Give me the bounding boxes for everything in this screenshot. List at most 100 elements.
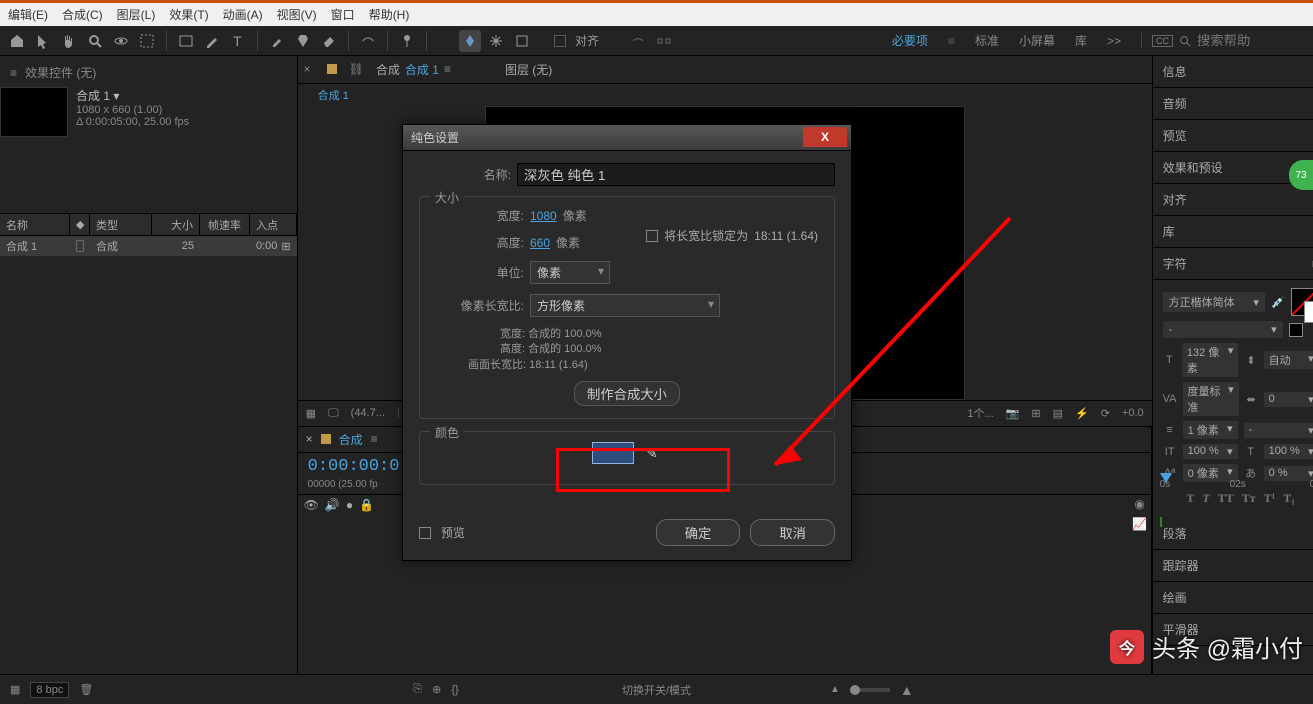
panel-align[interactable]: 对齐: [1153, 184, 1313, 216]
region-tool-icon[interactable]: [136, 30, 158, 52]
snap-opt1-icon[interactable]: [627, 30, 649, 52]
tl-marker-tool-icon[interactable]: ◉: [1130, 497, 1150, 517]
search-input[interactable]: [1197, 33, 1297, 48]
panel-preview[interactable]: 预览: [1153, 120, 1313, 152]
eyedropper-button[interactable]: ✎: [646, 445, 658, 462]
menu-edit[interactable]: 编辑(E): [8, 6, 48, 23]
stroke-opt-field[interactable]: -▾: [1244, 423, 1313, 438]
roto-tool-icon[interactable]: [357, 30, 379, 52]
hand-tool-icon[interactable]: [58, 30, 80, 52]
font-size-field[interactable]: 132 像素▾: [1182, 343, 1238, 377]
panel-paint[interactable]: 绘画: [1153, 582, 1313, 614]
menu-effect[interactable]: 效果(T): [169, 6, 208, 23]
eraser-tool-icon[interactable]: [318, 30, 340, 52]
viewer-display-icon[interactable]: 🖵: [328, 407, 339, 420]
italic-button[interactable]: T: [1202, 491, 1209, 506]
snap-opt2-icon[interactable]: [653, 30, 675, 52]
viewer-grid-icon[interactable]: ▦: [306, 407, 316, 420]
rect-tool-icon[interactable]: [175, 30, 197, 52]
leading-field[interactable]: 自动▾: [1264, 351, 1313, 369]
tl-btn1-icon[interactable]: ⎘: [413, 683, 422, 696]
allcaps-button[interactable]: TT: [1218, 491, 1234, 506]
switch-mode-button[interactable]: 切换开关/模式: [622, 682, 691, 698]
speaker-icon[interactable]: 🔊: [325, 498, 340, 512]
make-comp-size-button[interactable]: 制作合成大小: [574, 381, 680, 406]
unit-dropdown[interactable]: 像素: [530, 261, 610, 284]
menu-help[interactable]: 帮助(H): [369, 6, 410, 23]
puppet-mesh-icon[interactable]: [459, 30, 481, 52]
workspace-essential[interactable]: 必要项: [892, 32, 928, 49]
link-icon[interactable]: ⛓: [349, 62, 364, 76]
snap-checkbox[interactable]: [549, 30, 571, 52]
pen-tool-icon[interactable]: [201, 30, 223, 52]
tracking-field[interactable]: 0▾: [1264, 392, 1313, 407]
col-type[interactable]: 类型: [90, 214, 152, 235]
col-size[interactable]: 大小: [152, 214, 200, 235]
bold-button[interactable]: T: [1186, 491, 1194, 506]
superscript-button[interactable]: T¹: [1264, 491, 1276, 506]
tab-close-icon[interactable]: ×: [304, 62, 311, 76]
puppet-starch-icon[interactable]: [485, 30, 507, 52]
kerning-field[interactable]: 度量标准▾: [1183, 382, 1239, 416]
home-icon[interactable]: [6, 30, 28, 52]
height-input[interactable]: 660: [530, 236, 550, 250]
eye-icon[interactable]: 👁: [304, 498, 319, 512]
selection-tool-icon[interactable]: [32, 30, 54, 52]
flowchart-icon[interactable]: ⊞: [281, 240, 290, 253]
puppet-overlap-icon[interactable]: [511, 30, 533, 52]
viewer-zoom[interactable]: (44.7...: [351, 407, 385, 419]
tl-graph-tool-icon[interactable]: 📈: [1130, 517, 1150, 537]
tab-layer[interactable]: 图层 (无): [505, 61, 552, 78]
par-dropdown[interactable]: 方形像素: [530, 294, 720, 317]
panel-tracker[interactable]: 跟踪器: [1153, 550, 1313, 582]
workspace-small[interactable]: 小屏幕: [1019, 32, 1055, 49]
tab-comp[interactable]: 合成 合成 1 ≡: [376, 61, 451, 78]
bpc-button[interactable]: 8 bpc: [30, 682, 69, 698]
timeline-zoom-slider[interactable]: ▲ ▲: [830, 682, 914, 698]
viewer-views[interactable]: 1个...: [967, 405, 993, 421]
clone-tool-icon[interactable]: [292, 30, 314, 52]
project-row[interactable]: 合成 1 合成 25 0:00⊞: [0, 236, 297, 256]
trash-icon[interactable]: 🗑: [79, 683, 93, 696]
dialog-close-button[interactable]: X: [803, 127, 847, 147]
cancel-button[interactable]: 取消: [750, 519, 835, 546]
zoom-tool-icon[interactable]: [84, 30, 106, 52]
comp-name-label[interactable]: 合成 1 ▾: [76, 87, 287, 104]
comp-breadcrumb[interactable]: 合成 1: [318, 87, 349, 103]
menu-anim[interactable]: 动画(A): [223, 6, 263, 23]
text-tool-icon[interactable]: T: [227, 30, 249, 52]
viewer-grid2-icon[interactable]: ⊞: [1031, 407, 1040, 420]
tl-btn3-icon[interactable]: {}: [451, 684, 458, 696]
name-input[interactable]: [517, 163, 835, 186]
fill-stroke-swatch[interactable]: [1291, 288, 1313, 316]
mini-swatch[interactable]: [1289, 323, 1303, 337]
workspace-lib[interactable]: 库: [1075, 32, 1087, 49]
col-name[interactable]: 名称: [0, 214, 70, 235]
subscript-button[interactable]: T₁: [1283, 491, 1295, 506]
width-input[interactable]: 1080: [530, 209, 557, 223]
label-swatch[interactable]: [76, 240, 84, 252]
col-fps[interactable]: 帧速率: [200, 214, 250, 235]
tl-tab-label[interactable]: 合成: [339, 431, 363, 448]
tsume-field[interactable]: 0 %▾: [1264, 466, 1313, 481]
lock-aspect-checkbox[interactable]: [646, 230, 658, 242]
render-queue-icon[interactable]: ▦: [10, 683, 20, 696]
panel-audio[interactable]: 音频: [1153, 88, 1313, 120]
menu-layer[interactable]: 图层(L): [117, 6, 156, 23]
panel-menu-icon[interactable]: ≡: [10, 66, 17, 80]
menu-comp[interactable]: 合成(C): [62, 6, 103, 23]
viewer-fast-icon[interactable]: ⚡: [1075, 407, 1089, 420]
panel-library[interactable]: 库: [1153, 216, 1313, 248]
brush-tool-icon[interactable]: [266, 30, 288, 52]
preview-checkbox[interactable]: [419, 527, 431, 539]
panel-paragraph[interactable]: 段落: [1153, 518, 1313, 550]
stroke-width-field[interactable]: 1 像素▾: [1183, 421, 1238, 439]
viewer-3d-icon[interactable]: 📷: [1006, 407, 1020, 420]
panel-character[interactable]: 字符≡: [1153, 248, 1313, 280]
ok-button[interactable]: 确定: [656, 519, 741, 546]
font-family-dropdown[interactable]: 方正楷体简体▾: [1163, 292, 1265, 312]
pin-tool-icon[interactable]: [396, 30, 418, 52]
timecode-display[interactable]: 0:00:00:0: [308, 457, 400, 476]
tl-btn2-icon[interactable]: ⊕: [432, 683, 441, 696]
font-style-dropdown[interactable]: -▾: [1163, 321, 1283, 338]
